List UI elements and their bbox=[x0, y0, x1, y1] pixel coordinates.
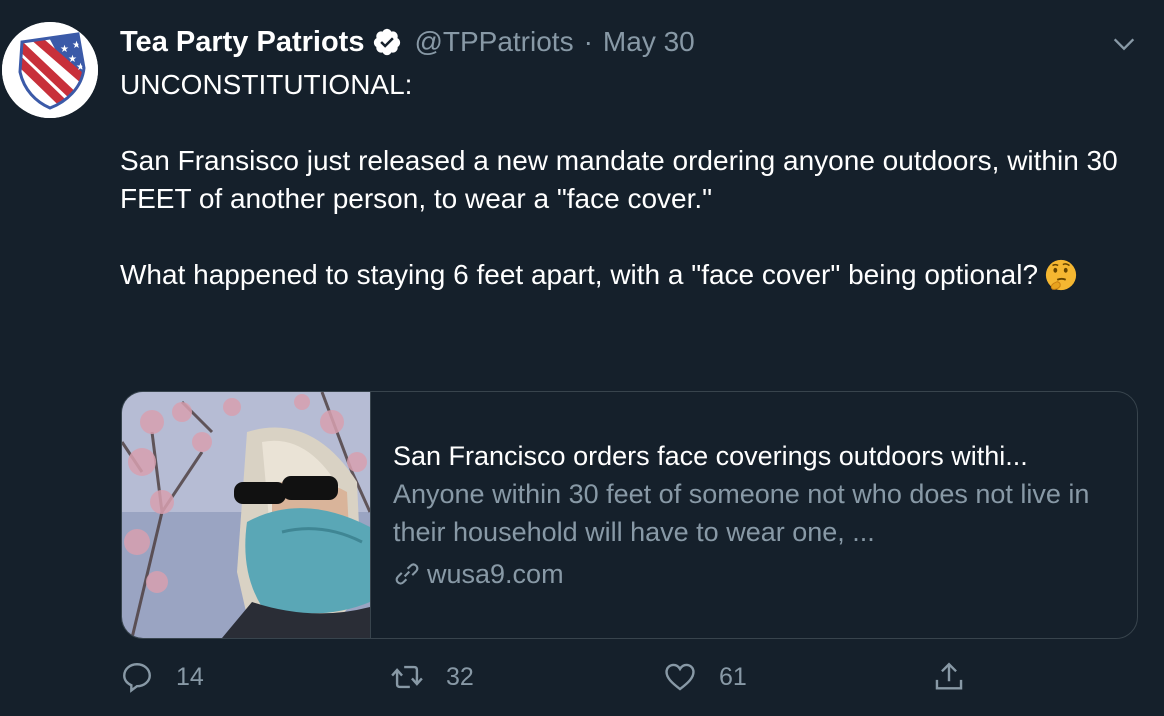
verified-badge-icon bbox=[374, 28, 401, 56]
card-title[interactable]: San Francisco orders face coverings outd… bbox=[393, 437, 1137, 475]
reply-count: 14 bbox=[176, 662, 204, 691]
separator-dot: · bbox=[583, 26, 593, 57]
tweet[interactable]: ★ ★ ★ ★ Tea Party Patriots @TPPatriots ·… bbox=[0, 0, 1164, 716]
handle[interactable]: @TPPatriots bbox=[414, 26, 573, 58]
card-description: Anyone within 30 feet of someone not who… bbox=[393, 479, 1090, 547]
reply-button[interactable]: 14 bbox=[120, 660, 204, 694]
share-button[interactable] bbox=[932, 660, 966, 694]
tweet-header: Tea Party Patriots @TPPatriots · May 30 bbox=[120, 24, 695, 60]
card-domain: wusa9.com bbox=[393, 555, 1137, 593]
like-button[interactable]: 61 bbox=[663, 660, 747, 694]
display-name[interactable]: Tea Party Patriots bbox=[120, 26, 364, 59]
card-thumbnail-image bbox=[122, 392, 371, 638]
retweet-count: 32 bbox=[446, 662, 474, 691]
tweet-text: UNCONSTITUTIONAL: San Fransisco just rel… bbox=[120, 66, 1130, 294]
reply-icon bbox=[123, 663, 151, 693]
tweet-text-line-with-emoji: What happened to staying 6 feet apart, w… bbox=[120, 256, 1130, 294]
tweet-text-line: UNCONSTITUTIONAL: bbox=[120, 69, 413, 100]
retweet-button[interactable]: 32 bbox=[390, 660, 474, 694]
tweet-text-line: What happened to staying 6 feet apart, w… bbox=[120, 259, 1039, 290]
thinking-face-icon bbox=[1045, 259, 1077, 291]
like-count: 61 bbox=[719, 662, 747, 691]
tweet-date[interactable]: May 30 bbox=[603, 26, 695, 58]
avatar[interactable]: ★ ★ ★ ★ bbox=[2, 22, 98, 118]
link-preview-card[interactable]: San Francisco orders face coverings outd… bbox=[121, 391, 1138, 639]
chevron-down-icon[interactable] bbox=[1110, 30, 1138, 58]
retweet-icon bbox=[391, 665, 423, 689]
heart-icon bbox=[665, 663, 695, 691]
card-content: San Francisco orders face coverings outd… bbox=[371, 392, 1137, 638]
share-icon bbox=[935, 662, 963, 690]
tea-party-patriots-logo-icon: ★ ★ ★ ★ bbox=[2, 22, 98, 118]
link-icon bbox=[395, 563, 419, 585]
tweet-text-line: San Fransisco just released a new mandat… bbox=[120, 145, 1118, 214]
card-domain-text[interactable]: wusa9.com bbox=[427, 555, 564, 593]
tweet-actions: 14 32 61 bbox=[120, 660, 1020, 700]
